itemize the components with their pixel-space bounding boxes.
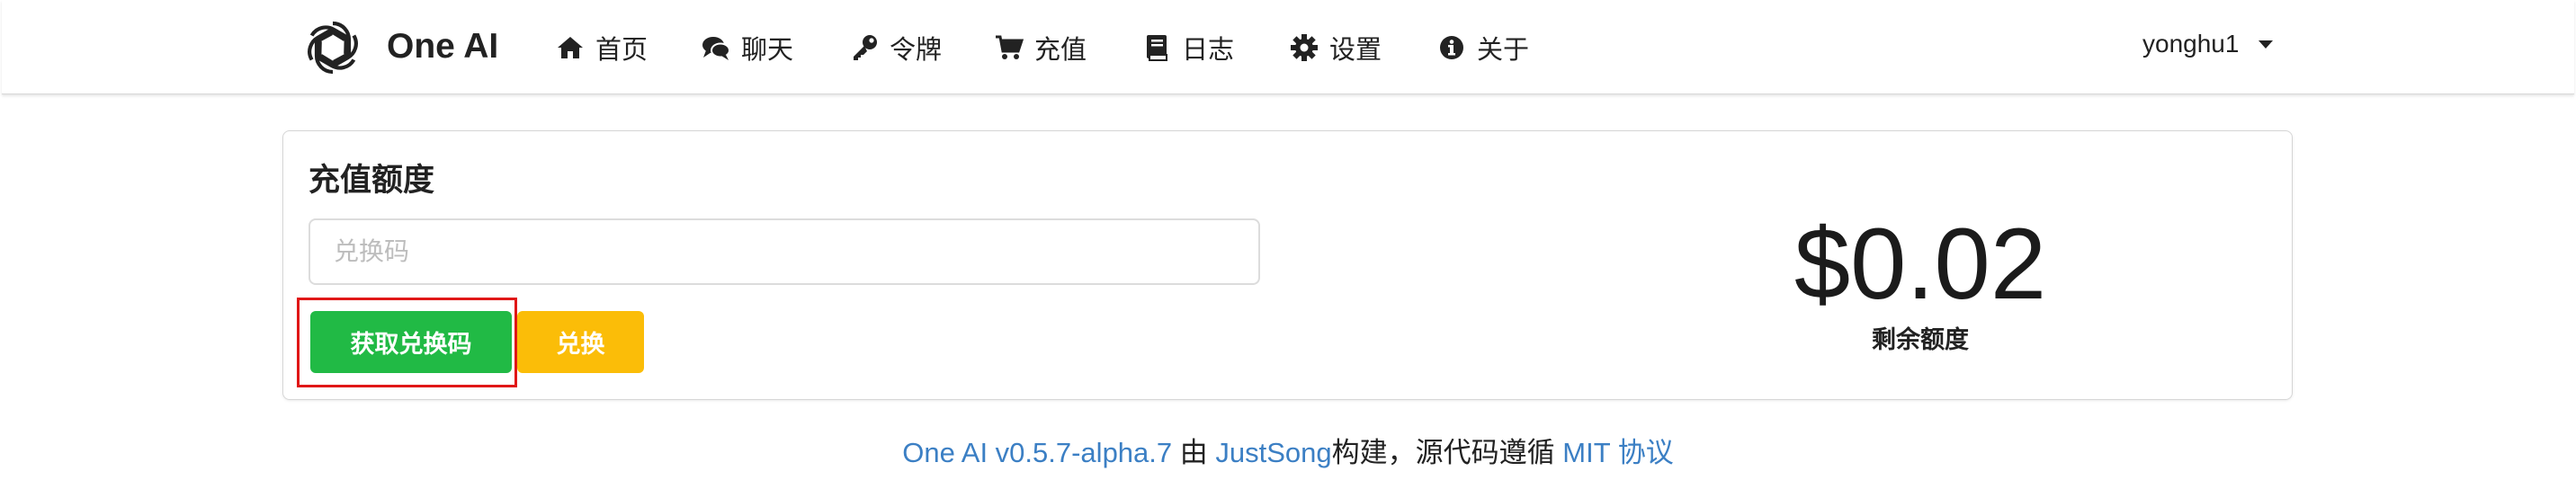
card-title: 充值额度 [309, 163, 435, 198]
nav-tokens[interactable]: 令牌 [850, 28, 942, 67]
nav-topup[interactable]: 充值 [995, 28, 1087, 67]
nav-settings[interactable]: 设置 [1290, 28, 1382, 67]
comments-icon [702, 37, 730, 60]
nav-settings-label: 设置 [1329, 36, 1382, 65]
openai-logo-icon[interactable] [300, 14, 366, 81]
gear-icon [1291, 34, 1318, 61]
redeem-code-input[interactable] [309, 218, 1260, 285]
top-navbar: One AI 首页 聊天 令牌 充值 日志 设置 关于 yonghu1 [2, 0, 2574, 94]
project-link[interactable]: One AI v0.5.7-alpha.7 [902, 437, 1172, 468]
home-icon [558, 37, 583, 58]
username: yonghu1 [2142, 30, 2240, 58]
book-icon [1147, 35, 1167, 61]
footer: One AI v0.5.7-alpha.7 由 JustSong构建，源代码遵循… [0, 433, 2576, 473]
redeem-button[interactable]: 兑换 [517, 311, 644, 373]
nav-logs[interactable]: 日志 [1142, 28, 1234, 67]
footer-text: 构建，源代码遵循 [1331, 437, 1555, 468]
nav-tokens-label: 令牌 [890, 36, 943, 65]
key-icon [854, 35, 877, 60]
brand-title[interactable]: One AI [387, 25, 498, 68]
footer-by: 由 [1179, 437, 1208, 468]
nav-home[interactable]: 首页 [556, 28, 648, 67]
nav-chat-label: 聊天 [741, 36, 794, 65]
cart-icon [996, 35, 1024, 59]
nav-chat[interactable]: 聊天 [702, 28, 793, 67]
user-menu[interactable]: yonghu1 [2142, 30, 2274, 58]
balance-amount: $0.02 [1793, 208, 2047, 320]
topup-card: 充值额度 获取兑换码 兑换 $0.02 剩余额度 [282, 130, 2293, 400]
nav-about-label: 关于 [1477, 36, 1530, 65]
nav-about[interactable]: 关于 [1437, 28, 1529, 67]
nav-topup-label: 充值 [1034, 36, 1087, 65]
get-code-button[interactable]: 获取兑换码 [310, 311, 512, 373]
info-icon [1440, 36, 1463, 59]
author-link[interactable]: JustSong [1215, 437, 1331, 468]
caret-down-icon [2258, 40, 2274, 49]
balance-label: 剩余额度 [1872, 326, 1969, 353]
nav-home-label: 首页 [595, 36, 648, 65]
license-link[interactable]: MIT 协议 [1562, 437, 1673, 468]
nav-logs-label: 日志 [1182, 36, 1235, 65]
